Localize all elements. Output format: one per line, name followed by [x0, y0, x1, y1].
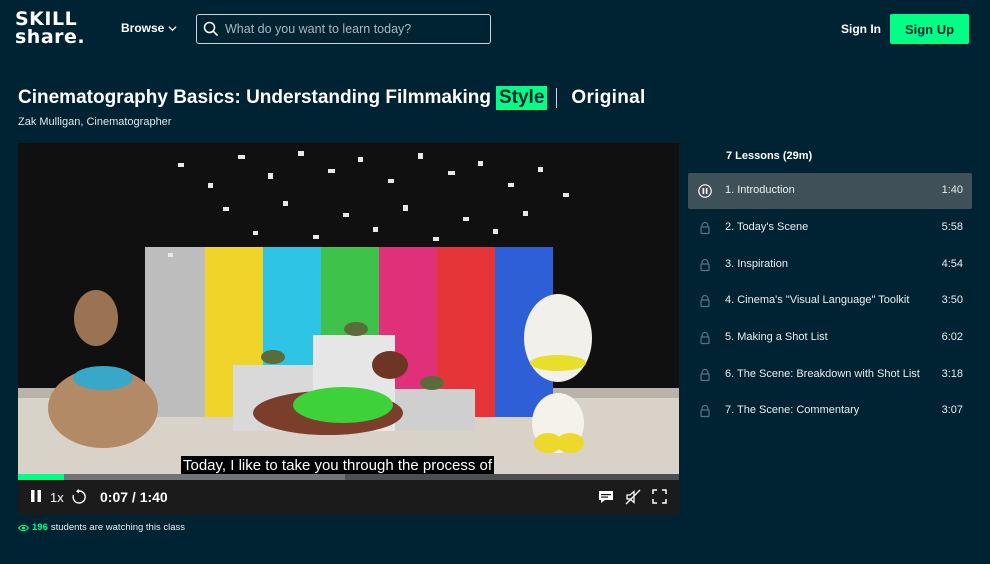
search-input[interactable] — [225, 22, 475, 36]
lesson-item-4[interactable]: 4. Cinema's "Visual Language" Toolkit 3:… — [688, 283, 972, 319]
captions-icon — [599, 491, 613, 503]
lesson-item-5[interactable]: 5. Making a Shot List 6:02 — [688, 320, 972, 356]
lesson-duration: 5:58 — [941, 221, 963, 233]
lesson-title: 2. Today's Scene — [725, 221, 809, 233]
sign-up-button[interactable]: Sign Up — [890, 14, 969, 44]
skillshare-logo[interactable]: SKILL share. — [15, 10, 85, 47]
lock-icon — [700, 258, 710, 272]
lesson-item-3[interactable]: 3. Inspiration 4:54 — [688, 247, 972, 283]
video-player[interactable]: Today, I like to take you through the pr… — [18, 143, 679, 515]
watching-text: students are watching this class — [50, 522, 185, 533]
pause-button[interactable] — [30, 489, 42, 503]
chevron-down-icon — [168, 25, 177, 31]
rewind-15-icon — [72, 489, 86, 504]
lesson-duration: 6:02 — [941, 331, 963, 343]
lesson-item-2[interactable]: 2. Today's Scene 5:58 — [688, 210, 972, 246]
lesson-title: 6. The Scene: Breakdown with Shot List — [725, 368, 920, 380]
search-box[interactable] — [196, 14, 491, 44]
lesson-item-1[interactable]: 1. Introduction 1:40 — [688, 173, 972, 209]
site-header: SKILL share. Browse Sign In Sign Up — [0, 0, 990, 60]
watching-indicator: 196 students are watching this class — [18, 522, 185, 533]
teacher-name[interactable]: Zak Mulligan, Cinematographer — [18, 116, 171, 128]
lesson-duration: 3:18 — [941, 368, 963, 380]
lesson-title: 1. Introduction — [725, 184, 795, 196]
mute-icon — [625, 489, 641, 505]
course-title: Cinematography Basics: Understanding Fil… — [18, 87, 491, 108]
captions-button[interactable] — [598, 489, 614, 505]
rewind-15-button[interactable] — [71, 489, 87, 505]
eye-icon — [18, 524, 29, 531]
course-title-highlight: Style — [495, 86, 548, 110]
lesson-title: 5. Making a Shot List — [725, 331, 828, 343]
search-icon — [203, 21, 219, 37]
title-divider — [556, 88, 558, 108]
playback-speed-button[interactable]: 1x — [50, 490, 64, 505]
mute-button[interactable] — [625, 489, 641, 505]
lesson-title: 4. Cinema's "Visual Language" Toolkit — [725, 294, 910, 306]
lessons-heading: 7 Lessons (29m) — [726, 150, 813, 162]
lesson-duration: 1:40 — [941, 184, 963, 196]
watching-count: 196 — [32, 522, 48, 533]
lock-icon — [700, 221, 710, 235]
lesson-item-6[interactable]: 6. The Scene: Breakdown with Shot List 3… — [688, 357, 972, 393]
time-display: 0:07 / 1:40 — [100, 489, 168, 505]
lock-icon — [700, 368, 710, 382]
player-controls: 1x 0:07 / 1:40 — [18, 480, 679, 515]
sign-in-link[interactable]: Sign In — [841, 22, 881, 36]
browse-label: Browse — [121, 21, 165, 35]
lesson-item-7[interactable]: 7. The Scene: Commentary 3:07 — [688, 393, 972, 429]
lesson-duration: 3:07 — [941, 404, 963, 416]
pause-icon — [31, 490, 41, 502]
lock-icon — [700, 294, 710, 308]
browse-menu-button[interactable]: Browse — [121, 21, 177, 35]
course-title-row: Cinematography Basics: Understanding Fil… — [18, 86, 646, 110]
lesson-title: 7. The Scene: Commentary — [725, 404, 860, 416]
video-frame[interactable] — [18, 143, 679, 479]
lock-icon — [700, 404, 710, 418]
video-caption: Today, I like to take you through the pr… — [181, 456, 495, 475]
original-badge: Original — [571, 87, 646, 108]
lock-icon — [700, 331, 710, 345]
fullscreen-button[interactable] — [652, 489, 667, 504]
pause-circle-icon — [698, 184, 712, 198]
lesson-duration: 4:54 — [941, 258, 963, 270]
fullscreen-icon — [652, 489, 667, 504]
lesson-title: 3. Inspiration — [725, 258, 788, 270]
lesson-duration: 3:50 — [941, 294, 963, 306]
